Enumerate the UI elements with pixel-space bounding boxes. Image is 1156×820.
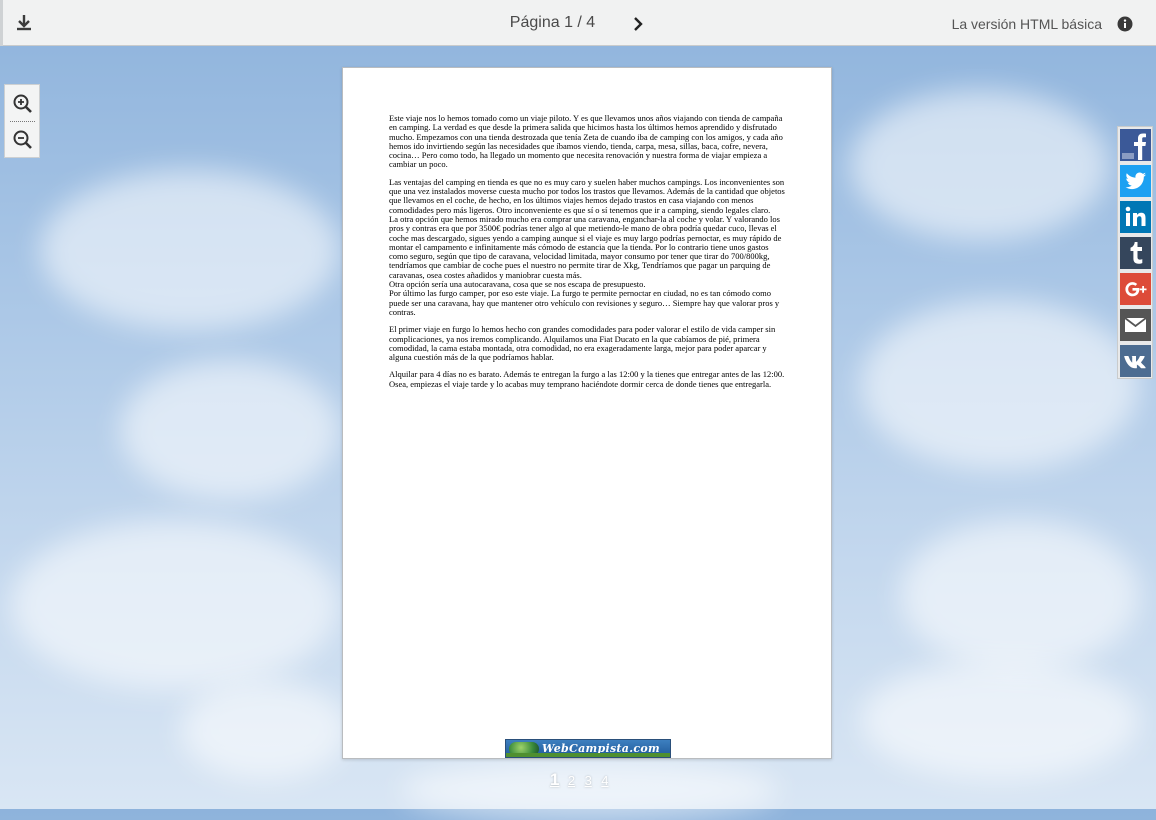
vk-icon[interactable] [1120, 345, 1151, 377]
twitter-icon[interactable] [1120, 165, 1151, 197]
page-link-4[interactable]: 4 [601, 773, 608, 788]
facebook-icon[interactable] [1120, 129, 1151, 161]
zoom-divider [10, 121, 35, 122]
page-link-3[interactable]: 3 [585, 773, 592, 788]
paragraph: Alquilar para 4 días no es barato. Ademá… [389, 369, 785, 389]
webcampista-logo: WebCampista.com [505, 739, 671, 758]
paragraph: El primer viaje en furgo lo hemos hecho … [389, 324, 776, 363]
logo-stripe [506, 753, 670, 757]
paragraph: Por último las furgo camper, por eso est… [389, 288, 780, 317]
zoom-panel [4, 84, 40, 158]
page-link-2[interactable]: 2 [568, 773, 575, 788]
page-link-1[interactable]: 1 [550, 770, 559, 790]
zoom-in-icon[interactable] [12, 93, 34, 115]
viewer-toolbar: Página 1 / 4 La versión HTML básica [0, 0, 1156, 46]
download-icon[interactable] [14, 13, 34, 33]
paragraph: La otra opción que hemos mirado mucho er… [389, 213, 782, 280]
page-indicator: Página 1 / 4 [509, 14, 596, 31]
page-body: Este viaje nos lo hemos tomado como un v… [389, 113, 787, 397]
document-page: Este viaje nos lo hemos tomado como un v… [342, 67, 832, 759]
paragraph: Este viaje nos lo hemos tomado como un v… [389, 113, 783, 170]
toolbar-edge [0, 0, 3, 46]
pagination: 1 2 3 4 [550, 770, 614, 790]
basic-html-version-link[interactable]: La versión HTML básica [952, 16, 1102, 32]
chevron-right-icon[interactable] [629, 14, 647, 34]
info-icon[interactable] [1117, 16, 1133, 32]
google-plus-icon[interactable] [1120, 273, 1151, 305]
linkedin-icon[interactable] [1120, 201, 1151, 233]
social-share-bar [1117, 126, 1153, 379]
paragraph: Las ventajas del camping en tienda es qu… [389, 176, 785, 215]
mail-icon[interactable] [1120, 309, 1151, 341]
zoom-out-icon[interactable] [12, 129, 34, 151]
tumblr-icon[interactable] [1120, 237, 1151, 269]
